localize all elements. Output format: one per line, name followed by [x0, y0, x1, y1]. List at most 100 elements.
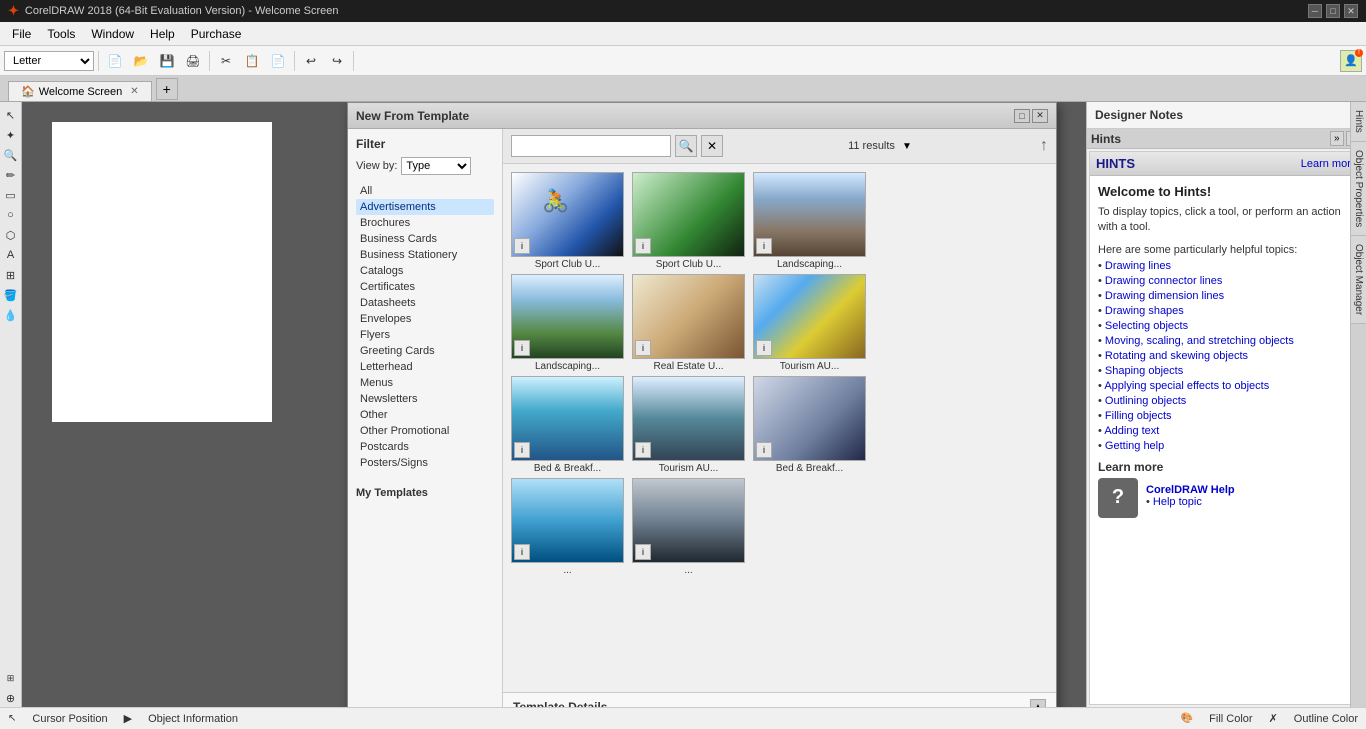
snap-btn[interactable]: ⊞: [2, 669, 20, 687]
hint-adding-text[interactable]: Adding text: [1098, 425, 1355, 437]
eyedropper-tool[interactable]: 💧: [2, 306, 20, 324]
template-card-5[interactable]: i Real Estate U...: [632, 274, 745, 372]
thumb-info-2[interactable]: i: [635, 238, 651, 254]
thumb-info-6[interactable]: i: [756, 340, 772, 356]
menu-tools[interactable]: Tools: [39, 25, 83, 43]
filter-greeting-cards[interactable]: Greeting Cards: [356, 343, 494, 359]
dialog-close-btn[interactable]: ✕: [1032, 109, 1048, 123]
menu-help[interactable]: Help: [142, 25, 183, 43]
object-properties-tab[interactable]: Object Properties: [1351, 142, 1366, 236]
thumb-info-8[interactable]: i: [635, 442, 651, 458]
user-icon-btn[interactable]: 👤 !: [1340, 50, 1362, 72]
filter-flyers[interactable]: Flyers: [356, 327, 494, 343]
filter-catalogs[interactable]: Catalogs: [356, 263, 494, 279]
titlebar-close[interactable]: ✕: [1344, 4, 1358, 18]
text-tool[interactable]: A: [2, 246, 20, 264]
sort-btn[interactable]: ▼: [899, 138, 915, 154]
thumb-info-5[interactable]: i: [635, 340, 651, 356]
clear-search-btn[interactable]: ✕: [701, 135, 723, 157]
hint-shaping[interactable]: Shaping objects: [1098, 365, 1355, 377]
cut-btn[interactable]: ✂: [214, 50, 238, 72]
filter-advertisements[interactable]: Advertisements: [356, 199, 494, 215]
filter-other-promotional[interactable]: Other Promotional: [356, 423, 494, 439]
hints-expand-btn[interactable]: »: [1330, 131, 1344, 146]
print-btn[interactable]: 🖨: [181, 50, 205, 72]
template-card-10[interactable]: i ...: [511, 478, 624, 576]
polygon-tool[interactable]: ⬡: [2, 226, 20, 244]
menu-file[interactable]: File: [4, 25, 39, 43]
hints-tab[interactable]: Hints: [1351, 102, 1366, 142]
filter-newsletters[interactable]: Newsletters: [356, 391, 494, 407]
search-input[interactable]: [511, 135, 671, 157]
template-card-1[interactable]: i Sport Club U...: [511, 172, 624, 270]
ellipse-tool[interactable]: ○: [2, 206, 20, 224]
crosshair-btn[interactable]: ⊕: [2, 689, 20, 707]
document-size-select[interactable]: Letter: [4, 51, 94, 71]
hint-connector-lines[interactable]: Drawing connector lines: [1098, 275, 1355, 287]
template-card-7[interactable]: i Bed & Breakf...: [511, 376, 624, 474]
new-btn[interactable]: 📄: [103, 50, 127, 72]
filter-datasheets[interactable]: Datasheets: [356, 295, 494, 311]
hint-rotating[interactable]: Rotating and skewing objects: [1098, 350, 1355, 362]
node-tool[interactable]: ✦: [2, 126, 20, 144]
dialog-maximize-btn[interactable]: □: [1014, 109, 1030, 123]
tab-close-btn[interactable]: ✕: [130, 86, 138, 97]
coreldraw-help-link[interactable]: CorelDRAW Help: [1146, 484, 1235, 496]
filter-brochures[interactable]: Brochures: [356, 215, 494, 231]
hint-special-effects[interactable]: Applying special effects to objects: [1098, 380, 1355, 392]
thumb-info-10[interactable]: i: [514, 544, 530, 560]
filter-business-stationery[interactable]: Business Stationery: [356, 247, 494, 263]
thumb-info-11[interactable]: i: [635, 544, 651, 560]
titlebar-controls[interactable]: ─ □ ✕: [1308, 4, 1358, 18]
template-card-9[interactable]: i Bed & Breakf...: [753, 376, 866, 474]
redo-btn[interactable]: ↪: [325, 50, 349, 72]
open-btn[interactable]: 📂: [129, 50, 153, 72]
filter-certificates[interactable]: Certificates: [356, 279, 494, 295]
filter-envelopes[interactable]: Envelopes: [356, 311, 494, 327]
thumb-info-7[interactable]: i: [514, 442, 530, 458]
paste-btn[interactable]: 📄: [266, 50, 290, 72]
rectangle-tool[interactable]: ▭: [2, 186, 20, 204]
thumb-info-9[interactable]: i: [756, 442, 772, 458]
object-manager-tab[interactable]: Object Manager: [1351, 236, 1366, 324]
filter-other[interactable]: Other: [356, 407, 494, 423]
filter-letterhead[interactable]: Letterhead: [356, 359, 494, 375]
upload-icon-btn[interactable]: ↑: [1040, 137, 1048, 155]
template-card-8[interactable]: i Tourism AU...: [632, 376, 745, 474]
hint-dimension-lines[interactable]: Drawing dimension lines: [1098, 290, 1355, 302]
select-tool[interactable]: ↖: [2, 106, 20, 124]
table-tool[interactable]: ⊞: [2, 266, 20, 284]
thumb-info-3[interactable]: i: [756, 238, 772, 254]
hint-selecting[interactable]: Selecting objects: [1098, 320, 1355, 332]
template-card-11[interactable]: i ...: [632, 478, 745, 576]
hint-getting-help[interactable]: Getting help: [1098, 440, 1355, 452]
search-btn[interactable]: 🔍: [675, 135, 697, 157]
template-card-4[interactable]: i Landscaping...: [511, 274, 624, 372]
filter-postcards[interactable]: Postcards: [356, 439, 494, 455]
zoom-tool[interactable]: 🔍: [2, 146, 20, 164]
learn-more-link[interactable]: Learn more: [1301, 158, 1357, 170]
help-topic-link[interactable]: Help topic: [1146, 496, 1235, 508]
hint-filling[interactable]: Filling objects: [1098, 410, 1355, 422]
template-card-3[interactable]: i Landscaping...: [753, 172, 866, 270]
filter-business-cards[interactable]: Business Cards: [356, 231, 494, 247]
add-tab-btn[interactable]: +: [156, 78, 178, 100]
copy-btn[interactable]: 📋: [240, 50, 264, 72]
details-collapse-btn[interactable]: ▲: [1030, 699, 1046, 707]
filter-posters-signs[interactable]: Posters/Signs: [356, 455, 494, 471]
freehand-tool[interactable]: ✏: [2, 166, 20, 184]
titlebar-minimize[interactable]: ─: [1308, 4, 1322, 18]
hint-outlining[interactable]: Outlining objects: [1098, 395, 1355, 407]
thumb-info-4[interactable]: i: [514, 340, 530, 356]
menu-window[interactable]: Window: [83, 25, 142, 43]
save-btn[interactable]: 💾: [155, 50, 179, 72]
tab-welcome-screen[interactable]: 🏠 Welcome Screen ✕: [8, 81, 152, 101]
hint-moving[interactable]: Moving, scaling, and stretching objects: [1098, 335, 1355, 347]
filter-all[interactable]: All: [356, 183, 494, 199]
help-icon[interactable]: ?: [1098, 478, 1138, 518]
fill-tool[interactable]: 🪣: [2, 286, 20, 304]
template-card-2[interactable]: i Sport Club U...: [632, 172, 745, 270]
undo-btn[interactable]: ↩: [299, 50, 323, 72]
menu-purchase[interactable]: Purchase: [183, 25, 250, 43]
hint-drawing-lines[interactable]: Drawing lines: [1098, 260, 1355, 272]
